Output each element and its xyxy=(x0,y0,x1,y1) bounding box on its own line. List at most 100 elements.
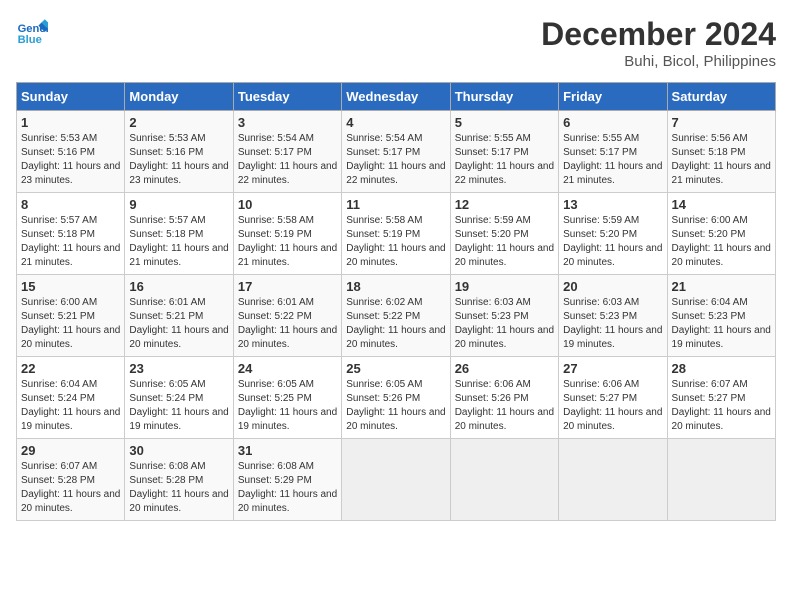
day-number: 2 xyxy=(129,115,228,130)
calendar-cell: 16Sunrise: 6:01 AMSunset: 5:21 PMDayligh… xyxy=(125,275,233,357)
day-number: 16 xyxy=(129,279,228,294)
day-info: Sunrise: 6:03 AMSunset: 5:23 PMDaylight:… xyxy=(455,296,554,352)
day-number: 18 xyxy=(346,279,445,294)
day-info: Sunrise: 5:59 AMSunset: 5:20 PMDaylight:… xyxy=(455,214,554,270)
weekday-header-tuesday: Tuesday xyxy=(233,83,341,111)
calendar-cell xyxy=(559,439,667,521)
calendar-cell: 25 Sunrise: 6:05 AMSunset: 5:26 PMDayligh… xyxy=(342,357,450,439)
calendar-cell: 13 Sunrise: 5:59 AMSunset: 5:20 PMDayligh… xyxy=(559,193,667,275)
day-info: Sunrise: 6:08 AMSunset: 5:28 PMDaylight:… xyxy=(129,460,228,516)
day-number: 17 xyxy=(238,279,337,294)
day-info: Sunrise: 6:05 AMSunset: 5:24 PMDaylight:… xyxy=(129,378,228,434)
calendar-cell: 20Sunrise: 6:03 AMSunset: 5:23 PMDayligh… xyxy=(559,275,667,357)
weekday-header-sunday: Sunday xyxy=(17,83,125,111)
day-info: Sunrise: 6:02 AMSunset: 5:22 PMDaylight:… xyxy=(346,296,445,352)
calendar-cell: 3 Sunrise: 5:54 AMSunset: 5:17 PMDaylight… xyxy=(233,111,341,193)
day-info: Sunrise: 6:06 AMSunset: 5:27 PMDaylight:… xyxy=(563,378,662,434)
day-number: 13 xyxy=(563,197,662,212)
day-number: 8 xyxy=(21,197,120,212)
calendar-week-row: 22 Sunrise: 6:04 AMSunset: 5:24 PMDayligh… xyxy=(17,357,776,439)
calendar-cell: 15Sunrise: 6:00 AMSunset: 5:21 PMDayligh… xyxy=(17,275,125,357)
day-info: Sunrise: 6:07 AMSunset: 5:27 PMDaylight:… xyxy=(672,378,771,434)
day-number: 4 xyxy=(346,115,445,130)
day-info: Sunrise: 6:08 AMSunset: 5:29 PMDaylight:… xyxy=(238,460,337,516)
day-info: Sunrise: 6:04 AMSunset: 5:23 PMDaylight:… xyxy=(672,296,771,352)
day-info: Sunrise: 5:54 AMSunset: 5:17 PMDaylight:… xyxy=(346,132,445,188)
calendar-cell: 11 Sunrise: 5:58 AMSunset: 5:19 PMDayligh… xyxy=(342,193,450,275)
day-number: 14 xyxy=(672,197,771,212)
location-subtitle: Buhi, Bicol, Philippines xyxy=(541,53,776,70)
calendar-cell: 14Sunrise: 6:00 AMSunset: 5:20 PMDayligh… xyxy=(667,193,775,275)
day-info: Sunrise: 6:05 AMSunset: 5:26 PMDaylight:… xyxy=(346,378,445,434)
calendar-cell: 18 Sunrise: 6:02 AMSunset: 5:22 PMDayligh… xyxy=(342,275,450,357)
calendar-cell: 1Sunrise: 5:53 AMSunset: 5:16 PMDaylight… xyxy=(17,111,125,193)
weekday-header-saturday: Saturday xyxy=(667,83,775,111)
day-number: 5 xyxy=(455,115,554,130)
calendar-cell: 23 Sunrise: 6:05 AMSunset: 5:24 PMDayligh… xyxy=(125,357,233,439)
day-number: 31 xyxy=(238,443,337,458)
day-info: Sunrise: 5:53 AMSunset: 5:16 PMDaylight:… xyxy=(129,132,228,188)
calendar-cell: 29 Sunrise: 6:07 AMSunset: 5:28 PMDayligh… xyxy=(17,439,125,521)
day-number: 28 xyxy=(672,361,771,376)
calendar-cell: 5 Sunrise: 5:55 AMSunset: 5:17 PMDaylight… xyxy=(450,111,558,193)
day-number: 9 xyxy=(129,197,228,212)
day-number: 10 xyxy=(238,197,337,212)
calendar-cell xyxy=(342,439,450,521)
calendar-week-row: 15Sunrise: 6:00 AMSunset: 5:21 PMDayligh… xyxy=(17,275,776,357)
calendar-cell xyxy=(450,439,558,521)
day-number: 23 xyxy=(129,361,228,376)
calendar-cell: 2 Sunrise: 5:53 AMSunset: 5:16 PMDaylight… xyxy=(125,111,233,193)
day-info: Sunrise: 6:03 AMSunset: 5:23 PMDaylight:… xyxy=(563,296,662,352)
title-block: December 2024 Buhi, Bicol, Philippines xyxy=(541,16,776,70)
calendar-week-row: 8 Sunrise: 5:57 AMSunset: 5:18 PMDaylight… xyxy=(17,193,776,275)
day-number: 21 xyxy=(672,279,771,294)
calendar-cell: 6 Sunrise: 5:55 AMSunset: 5:17 PMDaylight… xyxy=(559,111,667,193)
day-info: Sunrise: 5:56 AMSunset: 5:18 PMDaylight:… xyxy=(672,132,771,188)
calendar-cell: 30 Sunrise: 6:08 AMSunset: 5:28 PMDayligh… xyxy=(125,439,233,521)
month-title: December 2024 xyxy=(541,16,776,53)
day-number: 3 xyxy=(238,115,337,130)
day-number: 27 xyxy=(563,361,662,376)
calendar-body: 1Sunrise: 5:53 AMSunset: 5:16 PMDaylight… xyxy=(17,111,776,521)
calendar-header-row: SundayMondayTuesdayWednesdayThursdayFrid… xyxy=(17,83,776,111)
calendar-cell xyxy=(667,439,775,521)
day-number: 25 xyxy=(346,361,445,376)
calendar-week-row: 29 Sunrise: 6:07 AMSunset: 5:28 PMDayligh… xyxy=(17,439,776,521)
day-info: Sunrise: 5:55 AMSunset: 5:17 PMDaylight:… xyxy=(455,132,554,188)
calendar-cell: 19Sunrise: 6:03 AMSunset: 5:23 PMDayligh… xyxy=(450,275,558,357)
svg-text:Blue: Blue xyxy=(18,34,42,46)
day-info: Sunrise: 6:01 AMSunset: 5:22 PMDaylight:… xyxy=(238,296,337,352)
day-number: 7 xyxy=(672,115,771,130)
calendar-cell: 10Sunrise: 5:58 AMSunset: 5:19 PMDayligh… xyxy=(233,193,341,275)
day-info: Sunrise: 5:53 AMSunset: 5:16 PMDaylight:… xyxy=(21,132,120,188)
weekday-header-wednesday: Wednesday xyxy=(342,83,450,111)
calendar-cell: 27 Sunrise: 6:06 AMSunset: 5:27 PMDayligh… xyxy=(559,357,667,439)
day-number: 11 xyxy=(346,197,445,212)
calendar-cell: 7 Sunrise: 5:56 AMSunset: 5:18 PMDaylight… xyxy=(667,111,775,193)
day-number: 26 xyxy=(455,361,554,376)
logo-icon: General Blue xyxy=(16,16,48,48)
calendar-table: SundayMondayTuesdayWednesdayThursdayFrid… xyxy=(16,82,776,521)
day-info: Sunrise: 6:05 AMSunset: 5:25 PMDaylight:… xyxy=(238,378,337,434)
day-number: 6 xyxy=(563,115,662,130)
weekday-header-friday: Friday xyxy=(559,83,667,111)
day-info: Sunrise: 5:55 AMSunset: 5:17 PMDaylight:… xyxy=(563,132,662,188)
calendar-cell: 31 Sunrise: 6:08 AMSunset: 5:29 PMDayligh… xyxy=(233,439,341,521)
day-number: 15 xyxy=(21,279,120,294)
day-number: 24 xyxy=(238,361,337,376)
day-number: 22 xyxy=(21,361,120,376)
calendar-cell: 22 Sunrise: 6:04 AMSunset: 5:24 PMDayligh… xyxy=(17,357,125,439)
day-number: 30 xyxy=(129,443,228,458)
calendar-week-row: 1Sunrise: 5:53 AMSunset: 5:16 PMDaylight… xyxy=(17,111,776,193)
day-info: Sunrise: 5:58 AMSunset: 5:19 PMDaylight:… xyxy=(346,214,445,270)
day-info: Sunrise: 5:57 AMSunset: 5:18 PMDaylight:… xyxy=(129,214,228,270)
day-info: Sunrise: 6:07 AMSunset: 5:28 PMDaylight:… xyxy=(21,460,120,516)
day-info: Sunrise: 6:04 AMSunset: 5:24 PMDaylight:… xyxy=(21,378,120,434)
day-info: Sunrise: 5:54 AMSunset: 5:17 PMDaylight:… xyxy=(238,132,337,188)
calendar-cell: 4 Sunrise: 5:54 AMSunset: 5:17 PMDaylight… xyxy=(342,111,450,193)
day-info: Sunrise: 6:06 AMSunset: 5:26 PMDaylight:… xyxy=(455,378,554,434)
day-info: Sunrise: 5:57 AMSunset: 5:18 PMDaylight:… xyxy=(21,214,120,270)
calendar-cell: 9 Sunrise: 5:57 AMSunset: 5:18 PMDaylight… xyxy=(125,193,233,275)
day-info: Sunrise: 5:59 AMSunset: 5:20 PMDaylight:… xyxy=(563,214,662,270)
day-number: 29 xyxy=(21,443,120,458)
